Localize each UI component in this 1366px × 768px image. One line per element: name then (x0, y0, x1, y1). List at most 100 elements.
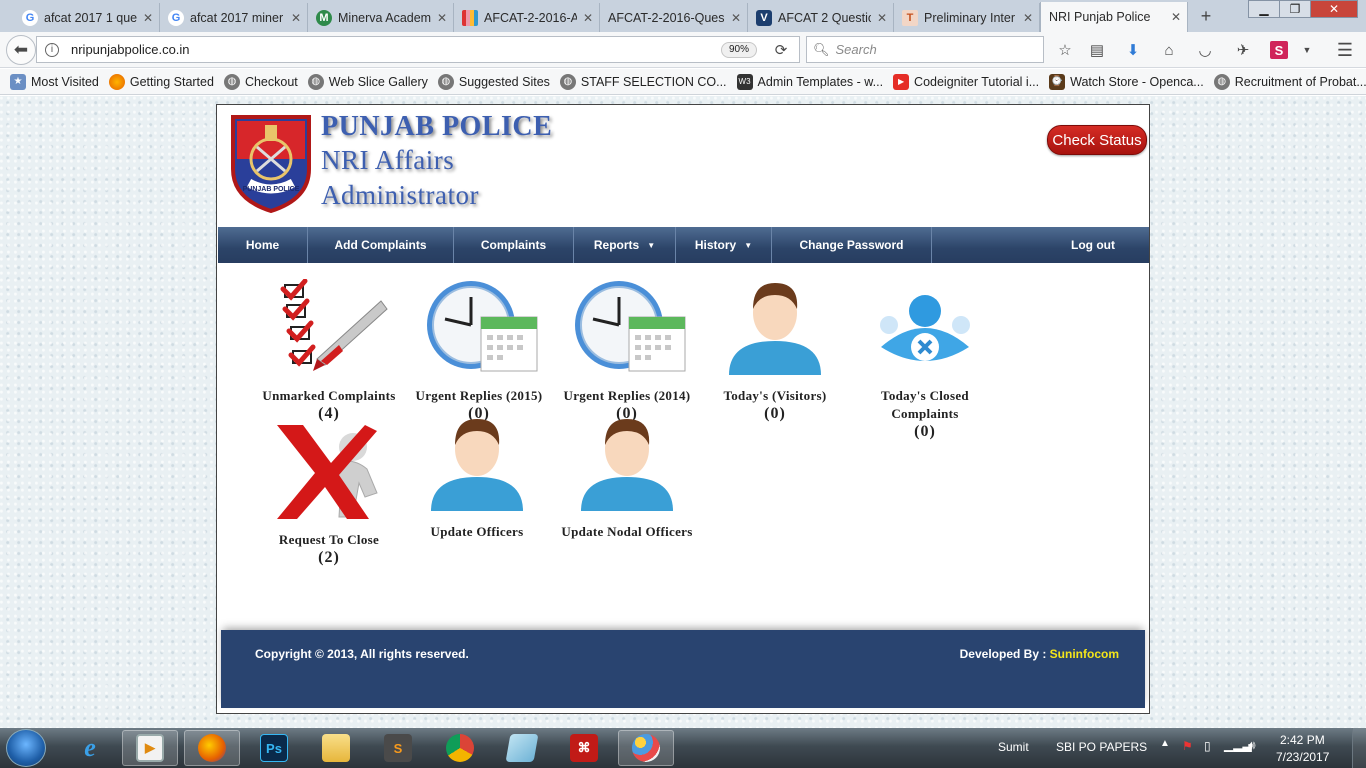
tab-afcat-2-2016-ques[interactable]: AFCAT-2-2016-Ques ✕ (600, 3, 748, 32)
menu-home[interactable]: Home (218, 227, 308, 263)
taskbar-acrobat[interactable]: ⌘ (556, 730, 612, 766)
tab-close-icon[interactable]: ✕ (143, 11, 153, 25)
developer-link[interactable]: Suninfocom (1050, 647, 1119, 661)
menu-label: History (694, 238, 737, 252)
globe-icon: ◍ (307, 73, 324, 90)
home-icon[interactable]: ⌂ (1158, 39, 1180, 61)
menu-history[interactable]: History ▼ (676, 227, 772, 263)
tile-label: Today's (Visitors) (723, 388, 827, 403)
zoom-indicator[interactable]: 90% (721, 42, 757, 58)
info-icon[interactable]: i (45, 42, 59, 57)
download-icon[interactable]: ⬇ (1122, 39, 1144, 61)
extension-icon[interactable]: ✈ (1232, 39, 1254, 61)
bookmark-label: Codeigniter Tutorial i... (914, 74, 1040, 89)
reading-list-icon[interactable]: ▤ (1086, 39, 1108, 61)
bookmark-star-icon[interactable]: ☆ (1054, 39, 1076, 61)
tile-urgent-replies-2014[interactable]: Urgent Replies (2014) (0) (557, 279, 697, 423)
tile-unmarked-complaints[interactable]: Unmarked Complaints (4) (259, 278, 399, 423)
bookmark-recruitment[interactable]: ◍ Recruitment of Probat... (1213, 73, 1366, 90)
url-text: nripunjabpolice.co.in (71, 42, 190, 57)
page-viewport: PUNJAB POLICE PUNJAB POLICE NRI Affairs … (0, 96, 1366, 728)
bookmark-admin-templates[interactable]: W3 Admin Templates - w... (736, 73, 884, 90)
chevron-down-icon[interactable]: ▼ (1296, 39, 1318, 61)
show-desktop-button[interactable] (1352, 728, 1366, 768)
pocket-icon[interactable]: ◡ (1194, 39, 1216, 61)
tab-afcat-2-2016-a[interactable]: AFCAT-2-2016-A ✕ (454, 3, 600, 32)
maximize-button[interactable]: ❐ (1279, 0, 1311, 18)
clock-time[interactable]: 2:42 PM (1280, 733, 1325, 747)
tab-nri-punjab-police[interactable]: NRI Punjab Police ✕ (1040, 2, 1188, 32)
tray-toolbar-label[interactable]: SBI PO PAPERS (1056, 740, 1147, 754)
taskbar-explorer[interactable] (308, 730, 364, 766)
tray-user[interactable]: Sumit (998, 740, 1029, 754)
tile-count: (4) (318, 405, 340, 422)
start-button[interactable] (6, 729, 46, 767)
check-status-button[interactable]: Check Status (1047, 125, 1147, 155)
tab-close-icon[interactable]: ✕ (1023, 11, 1033, 25)
bookmark-suggested-sites[interactable]: ◍ Suggested Sites (437, 73, 550, 90)
tab-close-icon[interactable]: ✕ (437, 11, 447, 25)
tile-todays-closed-complaints[interactable]: Today's Closed Complaints (0) (855, 279, 995, 441)
new-tab-button[interactable]: + (1196, 4, 1216, 28)
taskbar-media-player[interactable]: ▶ (122, 730, 178, 766)
menu-change-password[interactable]: Change Password (772, 227, 932, 263)
menu-logout[interactable]: Log out (932, 227, 1149, 263)
minimize-button[interactable]: ▁ (1248, 0, 1280, 18)
tab-afcat-2017-miner[interactable]: G afcat 2017 miner ✕ (160, 3, 308, 32)
hamburger-menu-icon[interactable]: ☰ (1334, 39, 1356, 61)
user-icon (729, 283, 821, 375)
cross-figure-icon (277, 425, 378, 519)
search-icon: 🔍︎ (813, 41, 830, 57)
bookmark-getting-started[interactable]: Getting Started (108, 73, 214, 90)
tab-close-icon[interactable]: ✕ (583, 11, 593, 25)
bookmark-label: Admin Templates - w... (757, 74, 884, 89)
menu-complaints[interactable]: Complaints (454, 227, 574, 263)
device-icon[interactable]: ▯ (1204, 739, 1211, 753)
menu-add-complaints[interactable]: Add Complaints (308, 227, 454, 263)
taskbar-sublime[interactable]: S (370, 730, 426, 766)
taskbar-firefox[interactable] (184, 730, 240, 766)
tab-preliminary-inter[interactable]: T Preliminary Inter ✕ (894, 3, 1040, 32)
taskbar-chrome[interactable] (432, 730, 488, 766)
tile-update-nodal-officers[interactable]: Update Nodal Officers (547, 415, 707, 541)
taskbar-paint[interactable] (618, 730, 674, 766)
taskbar-ie[interactable]: e (62, 730, 118, 766)
tab-close-icon[interactable]: ✕ (1171, 10, 1181, 24)
bookmark-most-visited[interactable]: ★ Most Visited (10, 73, 99, 90)
menu-reports[interactable]: Reports ▼ (574, 227, 676, 263)
minerva-icon: M (316, 9, 332, 26)
acrobat-icon: ⌘ (570, 734, 598, 762)
volume-icon[interactable]: 🔊︎ (1248, 738, 1256, 753)
media-player-icon: ▶ (136, 734, 164, 762)
bookmark-label: STAFF SELECTION CO... (580, 74, 727, 89)
chevron-up-icon[interactable]: ▲ (1160, 738, 1170, 749)
tab-minerva-academy[interactable]: M Minerva Academ ✕ (308, 3, 454, 32)
window-close-button[interactable]: ✕ (1310, 0, 1358, 18)
network-error-icon[interactable]: ⚑ (1182, 739, 1193, 753)
bookmark-codeigniter-tutorial[interactable]: ▶ Codeigniter Tutorial i... (893, 73, 1040, 90)
bookmark-staff-selection[interactable]: ◍ STAFF SELECTION CO... (559, 73, 727, 90)
taskbar-photoshop[interactable]: Ps (246, 730, 302, 766)
tab-afcat-2-questio[interactable]: V AFCAT 2 Questio ✕ (748, 3, 894, 32)
tile-request-to-close[interactable]: Request To Close (2) (259, 423, 399, 567)
bookmark-checkout[interactable]: ◍ Checkout (223, 73, 298, 90)
tile-urgent-replies-2015[interactable]: Urgent Replies (2015) (0) (409, 279, 549, 423)
tile-update-officers[interactable]: Update Officers (407, 415, 547, 541)
tab-close-icon[interactable]: ✕ (877, 11, 887, 25)
tab-afcat-2017-1[interactable]: G afcat 2017 1 ques ✕ (14, 3, 160, 32)
taskbar-notepad[interactable] (494, 730, 550, 766)
search-input[interactable]: 🔍︎ Search (806, 36, 1044, 63)
url-bar[interactable]: i nripunjabpolice.co.in (36, 36, 800, 63)
bookmark-label: Suggested Sites (458, 74, 550, 89)
bookmark-watch-store[interactable]: ⌚ Watch Store - Openca... (1049, 73, 1204, 90)
back-button[interactable]: ⬅ (6, 35, 36, 65)
clock-date[interactable]: 7/23/2017 (1276, 750, 1329, 764)
tile-label: Update Officers (430, 524, 524, 539)
tab-close-icon[interactable]: ✕ (291, 11, 301, 25)
bookmark-web-slice-gallery[interactable]: ◍ Web Slice Gallery (307, 73, 428, 90)
reload-icon[interactable]: ⟳ (770, 39, 792, 61)
tile-todays-visitors[interactable]: Today's (Visitors) (0) (705, 279, 845, 423)
tab-close-icon[interactable]: ✕ (731, 11, 741, 25)
window-controls: ▁ ❐ ✕ (1248, 0, 1358, 18)
s-extension-icon[interactable]: S (1270, 41, 1288, 59)
